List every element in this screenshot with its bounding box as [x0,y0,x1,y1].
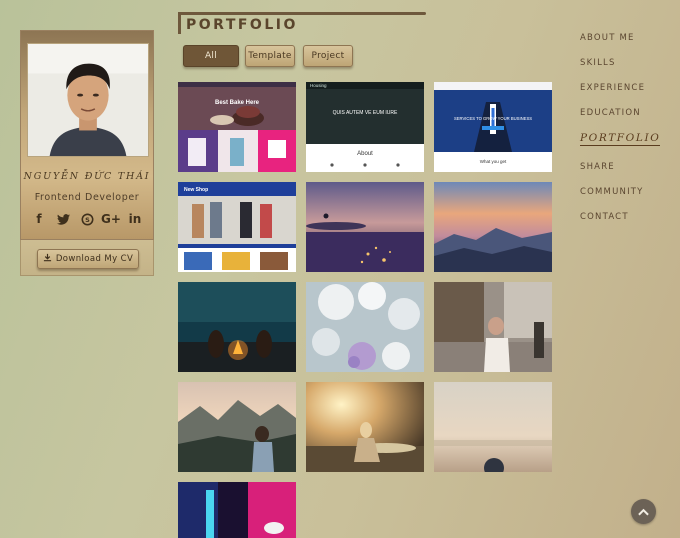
nav-share[interactable]: SHARE [580,161,660,186]
social-links: f S G+ in [31,211,143,227]
nav-community[interactable]: COMMUNITY [580,186,660,211]
nav-education[interactable]: EDUCATION [580,107,660,132]
filter-template-button[interactable]: Template [245,45,295,67]
nav-contact[interactable]: CONTACT [580,211,660,236]
tile-city-haze-photo[interactable] [434,382,552,472]
avatar [27,43,149,157]
tile-newshop-template[interactable]: New Shop [178,182,296,272]
nav-experience[interactable]: EXPERIENCE [580,82,660,107]
tile-bakery-template[interactable]: Best Bake Here [178,82,296,172]
tile-campfire-photo[interactable] [178,282,296,372]
nav-portfolio[interactable]: PORTFOLIO [580,132,661,161]
filter-project-button[interactable]: Project [303,45,353,67]
tile-housing-section: About [357,151,373,157]
tile-business-caption: SERVICES TO GROW YOUR BUSINESS [454,116,532,121]
tile-cotton-flowers-photo[interactable] [306,282,424,372]
profile-name: NGUYỄN ĐỨC THÁI [23,171,151,182]
title-divider [178,12,426,15]
linkedin-icon[interactable]: in [127,211,143,227]
nav-portfolio-label: PORTFOLIO [580,132,661,146]
tile-lavender-photo[interactable] [306,182,424,272]
download-cv-label: Download My CV [55,254,134,264]
tile-business-sub: What you get [480,159,507,164]
download-icon [43,253,52,265]
profile-role: Frontend Developer [34,192,140,203]
nav-skills[interactable]: SKILLS [580,57,660,82]
svg-text:S: S [85,216,90,224]
google-plus-icon[interactable]: G+ [101,211,121,227]
page-title: PORTFOLIO [186,17,298,33]
download-cv-button[interactable]: Download My CV [37,249,139,269]
tile-bakery-caption: Best Bake Here [215,100,260,106]
tile-housing-brand: Housing [310,83,327,88]
tile-mountain-girl-photo[interactable] [178,382,296,472]
scroll-to-top-button[interactable] [631,499,656,524]
tile-business-template[interactable]: SERVICES TO GROW YOUR BUSINESS What you … [434,82,552,172]
cv-section: Download My CV [20,240,154,276]
tile-street-cafe-photo[interactable] [434,282,552,372]
tile-housing-caption: QUIS AUTEM VE EUM IURE [333,110,398,116]
tile-neon-photo[interactable] [178,482,296,538]
tile-lake-sunset-photo[interactable] [306,382,424,472]
skype-icon[interactable]: S [79,211,95,227]
twitter-icon[interactable] [55,211,71,227]
tile-housing-template[interactable]: Housing QUIS AUTEM VE EUM IURE About [306,82,424,172]
section-header: PORTFOLIO [178,12,426,36]
facebook-icon[interactable]: f [31,211,47,227]
chevron-up-icon [638,505,649,519]
tile-mountain-sunset-photo[interactable] [434,182,552,272]
filter-bar: All Template Project [183,45,353,67]
title-accent [178,12,181,34]
main-nav: ABOUT ME SKILLS EXPERIENCE EDUCATION POR… [580,32,661,236]
profile-card: NGUYỄN ĐỨC THÁI Frontend Developer f S G… [20,30,154,240]
tile-newshop-brand: New Shop [184,187,208,193]
filter-all-button[interactable]: All [183,45,239,67]
nav-about-me[interactable]: ABOUT ME [580,32,660,57]
